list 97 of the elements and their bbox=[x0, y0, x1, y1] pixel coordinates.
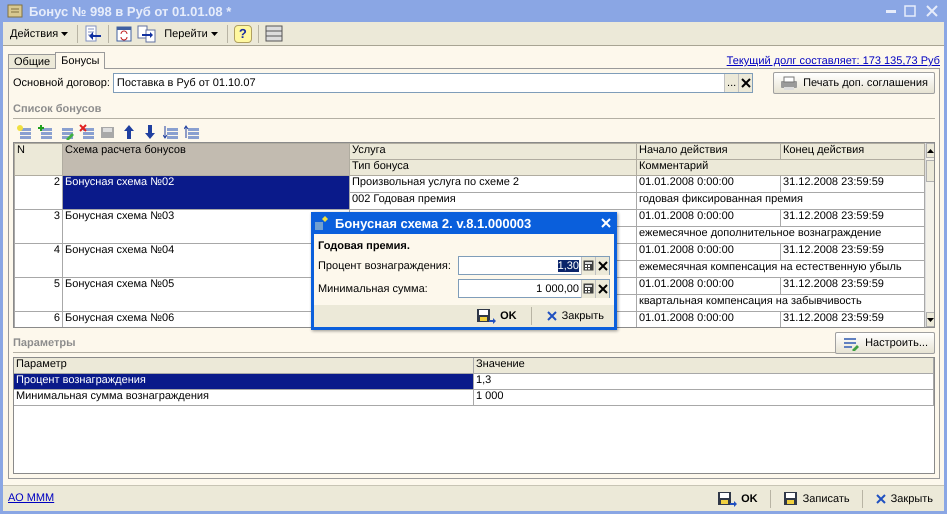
table-cell: 1 000 bbox=[474, 390, 934, 406]
scrollbar[interactable] bbox=[925, 143, 934, 327]
table-cell: 002 Годовая премия bbox=[350, 192, 636, 210]
ok-button[interactable]: OK bbox=[470, 306, 523, 326]
clear-icon bbox=[596, 260, 608, 272]
table-cell: Произвольная услуга по схеме 2 bbox=[350, 176, 636, 192]
table-cell[interactable]: Процент вознаграждения bbox=[14, 374, 474, 390]
table-cell: 1,3 bbox=[474, 374, 934, 390]
minimize-icon bbox=[886, 10, 896, 12]
section-title: Параметры bbox=[13, 336, 76, 348]
section-title: Список бонусов bbox=[13, 102, 102, 114]
close-button[interactable]: Закрыть bbox=[540, 308, 610, 324]
save-button[interactable]: Записать bbox=[776, 488, 856, 508]
tab[interactable]: Общие bbox=[8, 54, 56, 69]
document-icon bbox=[7, 3, 23, 19]
close-button[interactable]: Закрыть bbox=[868, 490, 939, 506]
column-header[interactable]: Комментарий bbox=[636, 160, 924, 176]
clear-icon bbox=[740, 77, 752, 89]
table-cell: 6 bbox=[14, 312, 62, 327]
column-header[interactable]: Параметр bbox=[14, 358, 474, 374]
window-title: Бонус № 998 в Руб от 01.01.08 * bbox=[29, 4, 232, 18]
maximize-icon bbox=[902, 3, 918, 19]
table-cell: 01.01.2008 0:00:00 bbox=[636, 244, 780, 260]
column-header[interactable]: Начало действия bbox=[636, 144, 780, 160]
table-cell: ежемесячная компенсация на естественную убыль bbox=[636, 260, 924, 278]
close-icon bbox=[600, 217, 612, 229]
help-button[interactable]: ? bbox=[234, 24, 252, 42]
column-header[interactable]: Тип бонуса bbox=[350, 160, 636, 176]
column-header[interactable]: Значение bbox=[474, 358, 934, 374]
print-button[interactable]: Печать доп. соглашения bbox=[773, 72, 935, 94]
document-arrow-icon bbox=[84, 24, 102, 42]
column-header[interactable]: Схема расчета бонусов bbox=[62, 144, 350, 176]
table-cell: 31.12.2008 23:59:59 bbox=[780, 176, 924, 192]
contract-label: Основной договор: bbox=[13, 77, 110, 89]
table-cell: 31.12.2008 23:59:59 bbox=[780, 312, 924, 327]
table-cell: ежемесячное дополнительное вознаграждение bbox=[636, 226, 924, 244]
calculator-icon bbox=[583, 283, 594, 294]
table-cell: годовая фиксированная премия bbox=[636, 192, 924, 210]
table-cell: 5 bbox=[14, 278, 62, 312]
clear-icon bbox=[596, 282, 608, 294]
clear-button[interactable] bbox=[595, 280, 609, 298]
number-field[interactable]: 1 000,00 bbox=[458, 279, 610, 298]
sort-ascending-icon bbox=[163, 124, 179, 140]
add-row-icon bbox=[37, 124, 53, 140]
table-cell: 31.12.2008 23:59:59 bbox=[780, 278, 924, 294]
table-cell: квартальная компенсация на забывчивость bbox=[636, 294, 924, 312]
company-link[interactable]: АО МММ bbox=[8, 492, 54, 506]
clear-button[interactable] bbox=[595, 256, 609, 274]
caret-icon bbox=[210, 32, 218, 36]
column-header[interactable]: Услуга bbox=[350, 144, 636, 160]
table-cell: 3 bbox=[14, 210, 62, 244]
save-arrow-icon bbox=[717, 490, 738, 506]
delete-row-icon bbox=[79, 124, 95, 140]
table-cell[interactable]: Минимальная сумма вознаграждения bbox=[14, 390, 474, 406]
column-header[interactable]: N bbox=[14, 144, 62, 176]
clear-button[interactable] bbox=[738, 74, 752, 92]
table-cell: 4 bbox=[14, 244, 62, 278]
table-cell: 01.01.2008 0:00:00 bbox=[636, 312, 780, 327]
floppy-icon bbox=[782, 490, 799, 506]
close-icon bbox=[924, 3, 940, 19]
tab[interactable]: Бонусы bbox=[55, 52, 106, 69]
close-icon bbox=[546, 310, 558, 322]
go-to-menu[interactable]: Перейти bbox=[161, 26, 221, 42]
actions-menu[interactable]: Действия bbox=[7, 26, 72, 42]
scroll-up-icon bbox=[927, 148, 934, 152]
table-cell: 31.12.2008 23:59:59 bbox=[780, 210, 924, 226]
printer-icon bbox=[780, 75, 798, 91]
table-cell: 01.01.2008 0:00:00 bbox=[636, 210, 780, 226]
caret-icon bbox=[61, 32, 68, 36]
down-arrow-icon bbox=[142, 124, 158, 140]
sort-descending-icon bbox=[184, 124, 200, 140]
table-cell: 01.01.2008 0:00:00 bbox=[636, 176, 780, 192]
table-cell: 01.01.2008 0:00:00 bbox=[636, 278, 780, 294]
save-arrow-icon bbox=[476, 308, 496, 324]
scroll-down-icon bbox=[927, 318, 934, 322]
ok-button[interactable]: OK bbox=[711, 488, 764, 508]
table-cell: 2 bbox=[14, 176, 62, 210]
number-field[interactable]: 1,30 bbox=[458, 256, 610, 275]
select-button[interactable]: ... bbox=[724, 74, 738, 92]
scroll-thumb[interactable] bbox=[926, 160, 934, 182]
documents-icon bbox=[137, 24, 158, 42]
configure-button[interactable]: Настроить... bbox=[835, 332, 935, 354]
table-cell[interactable]: Бонусная схема №02 bbox=[62, 176, 350, 210]
column-header[interactable]: Конец действия bbox=[780, 144, 924, 160]
calculator-button[interactable] bbox=[581, 256, 595, 274]
save-row-icon bbox=[100, 124, 116, 140]
up-arrow-icon bbox=[121, 124, 137, 140]
list-icon bbox=[264, 24, 283, 42]
calculator-button[interactable] bbox=[581, 280, 595, 298]
contract-field[interactable]: Поставка в Руб от 01.10.07 ... bbox=[112, 73, 754, 93]
form-icon bbox=[314, 215, 330, 231]
close-icon bbox=[874, 492, 887, 504]
calendar-icon bbox=[115, 24, 134, 42]
calculator-icon bbox=[583, 260, 594, 271]
table-cell: 31.12.2008 23:59:59 bbox=[780, 244, 924, 260]
new-row-icon bbox=[16, 124, 32, 140]
debt-link[interactable]: Текущий долг составляет: 173 135,73 Руб bbox=[726, 55, 940, 69]
